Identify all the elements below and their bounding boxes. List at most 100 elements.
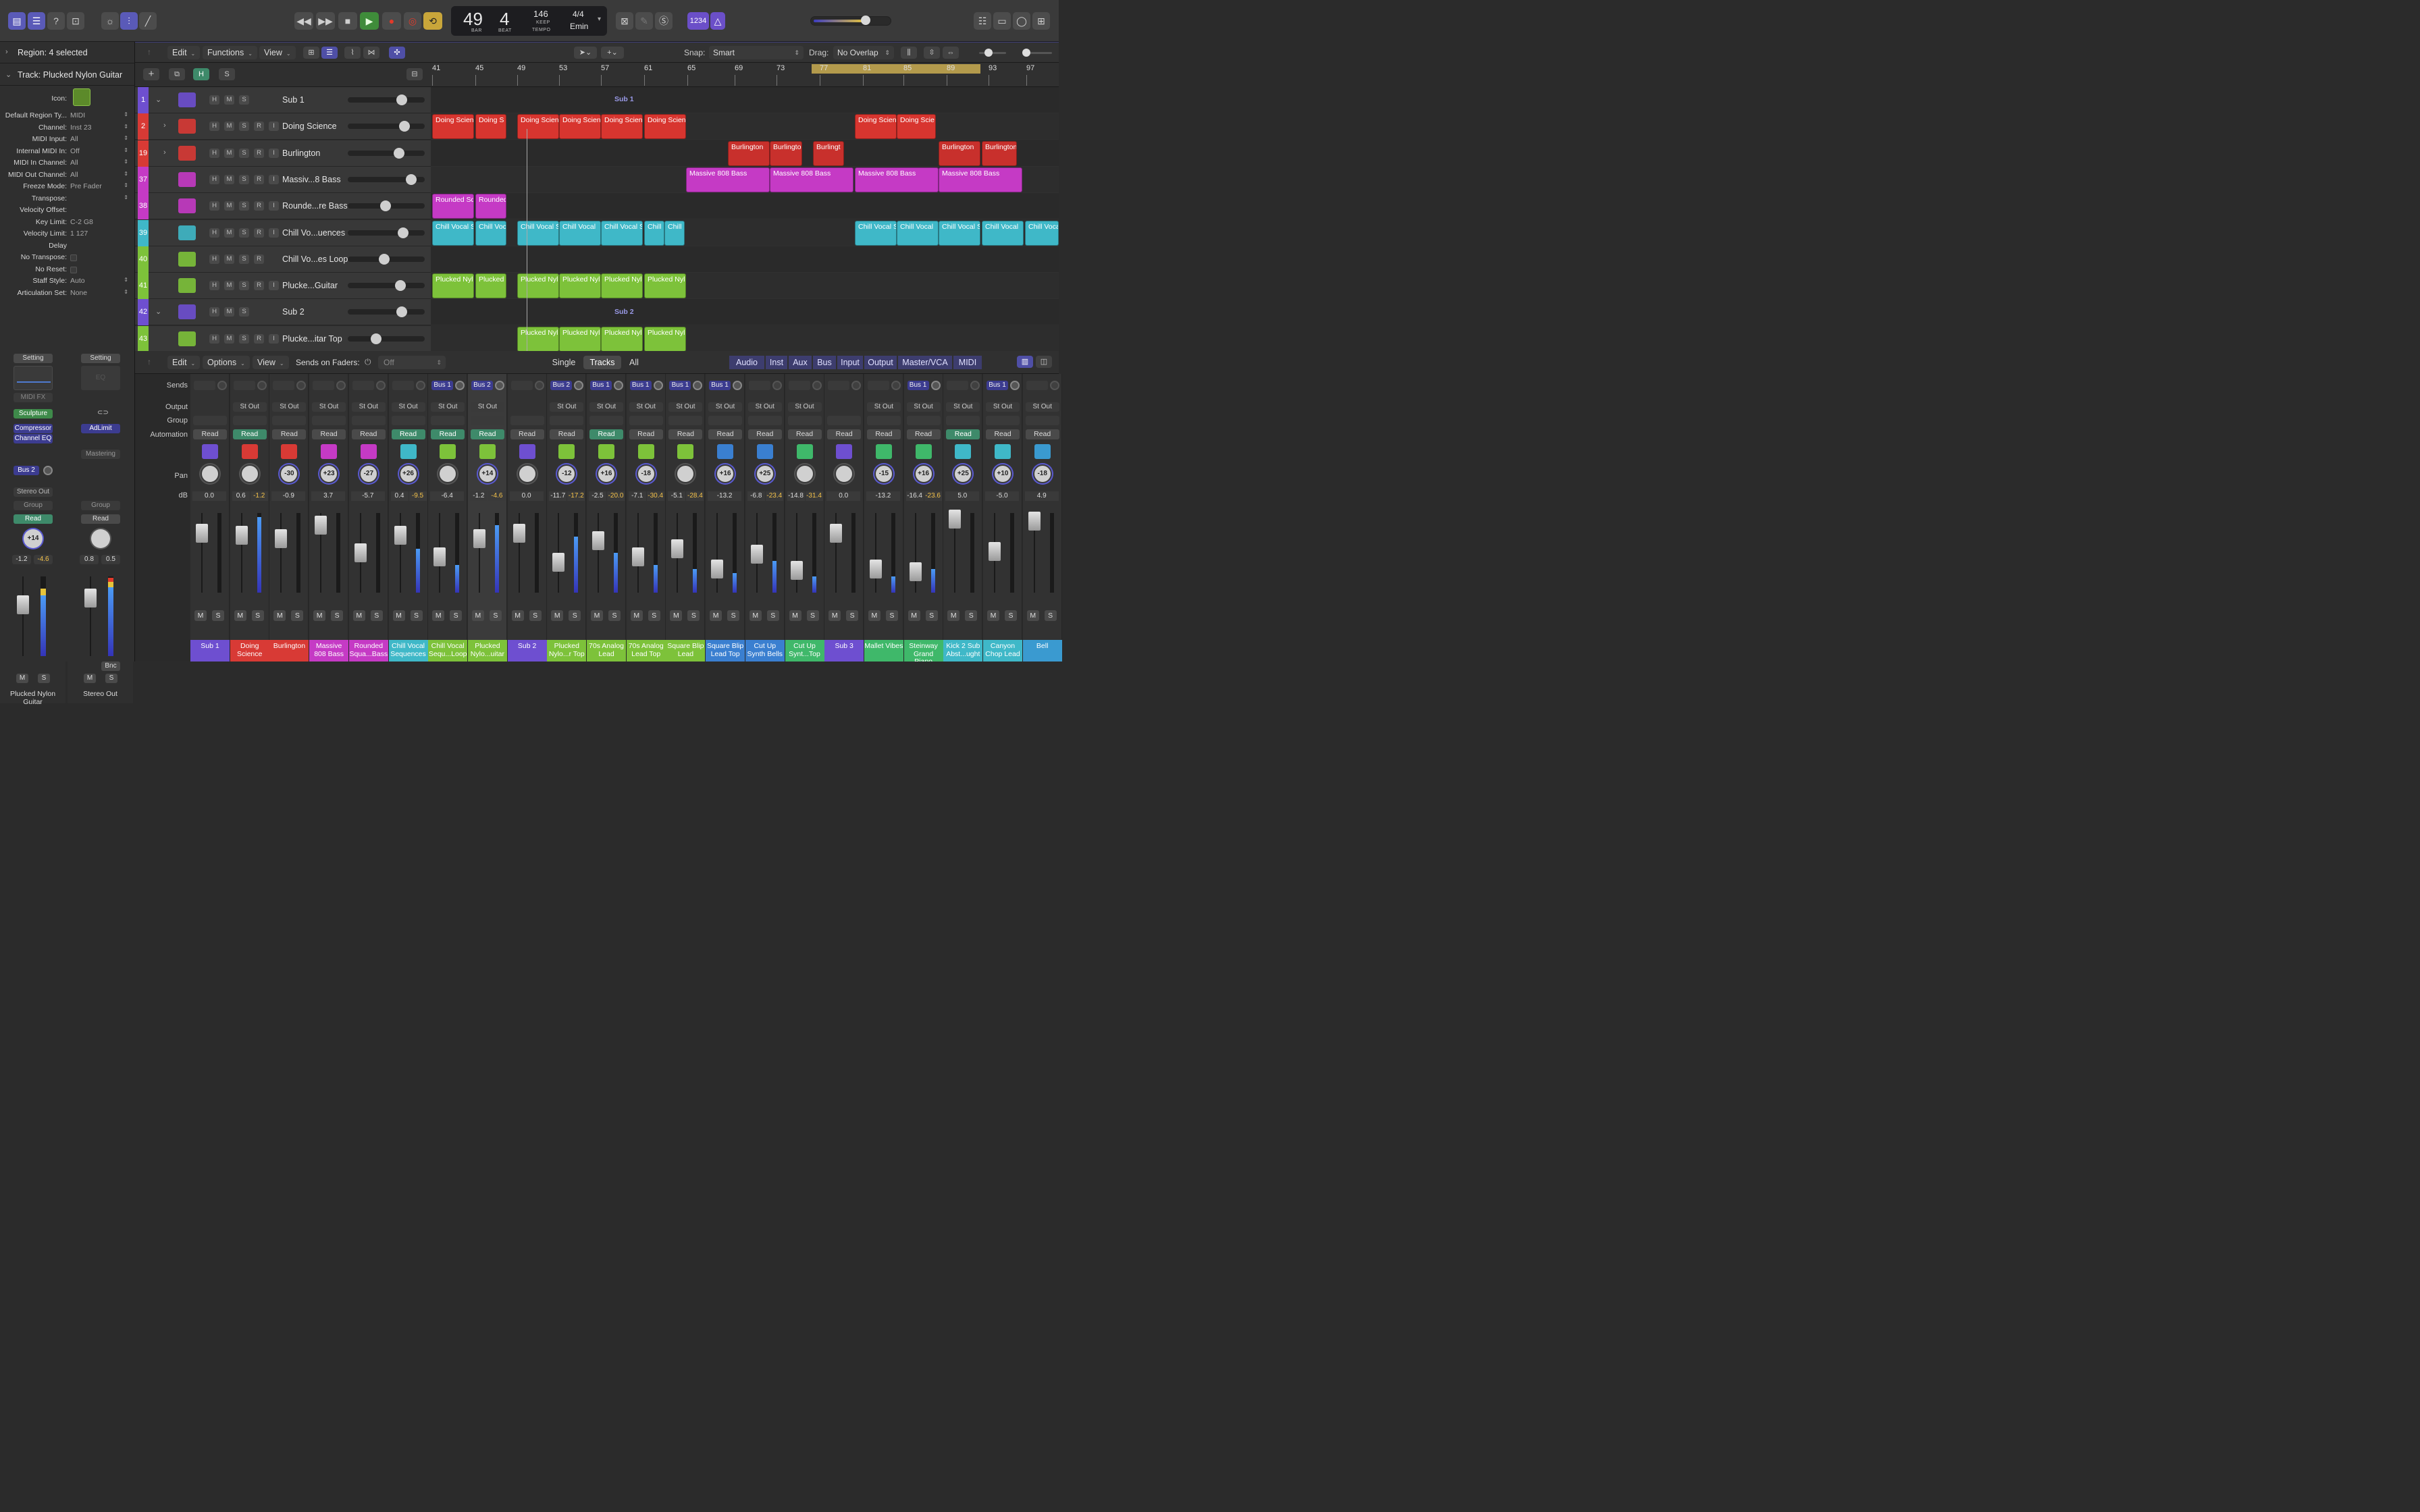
pan-knob[interactable]: -12 xyxy=(557,464,577,483)
track-icon[interactable] xyxy=(178,251,196,267)
eq-thumbnail[interactable]: EQ xyxy=(81,366,120,390)
track-icon[interactable] xyxy=(178,92,196,107)
track-icon[interactable] xyxy=(178,198,196,214)
fader-cap[interactable] xyxy=(196,523,208,543)
send-slot[interactable] xyxy=(233,381,255,390)
cycle-region[interactable] xyxy=(812,64,980,74)
send-slot[interactable]: Bus 1 xyxy=(669,381,691,390)
vertical-zoom-slider[interactable] xyxy=(979,49,1006,57)
m-button[interactable]: M xyxy=(224,95,234,105)
automation-mode[interactable]: Read xyxy=(470,429,504,439)
pan-knob[interactable] xyxy=(201,464,219,483)
automation-mode[interactable]: Read xyxy=(986,429,1020,439)
m-button[interactable]: M xyxy=(224,148,234,158)
automation-mode[interactable]: Read xyxy=(81,514,120,524)
functions-menu[interactable]: Functions ⌄ xyxy=(203,46,257,59)
updown-icon[interactable]: ⇕ xyxy=(124,135,128,141)
output-slot[interactable]: St Out xyxy=(470,402,504,412)
fader-cap[interactable] xyxy=(989,541,1001,561)
param-value[interactable]: None xyxy=(70,289,87,297)
s-button[interactable]: S xyxy=(239,95,249,105)
filter-aux[interactable]: Aux xyxy=(789,356,812,369)
solo-all-button[interactable]: S xyxy=(219,68,235,80)
send-level-knob[interactable] xyxy=(415,381,425,390)
solo-button[interactable]: S xyxy=(370,610,383,621)
solo-button[interactable]: S xyxy=(925,610,938,621)
output-slot[interactable]: St Out xyxy=(391,402,425,412)
pan-knob[interactable]: +14 xyxy=(24,529,43,548)
channel-strip[interactable]: St Out Read -18 4.9 M S Bell xyxy=(1022,374,1062,662)
filter-inst[interactable]: Inst xyxy=(766,356,787,369)
fast-forward-button[interactable]: ▶▶ xyxy=(316,12,335,30)
pan-knob[interactable] xyxy=(795,464,814,483)
send-level-knob[interactable] xyxy=(217,381,227,390)
solo-button[interactable]: S xyxy=(727,610,740,621)
m-button[interactable]: M xyxy=(224,307,234,317)
mute-button[interactable]: M xyxy=(947,610,960,621)
output-slot[interactable]: St Out xyxy=(946,402,980,412)
channel-strip[interactable]: St Out Read -15 -13.2 M S Mallet Vibes xyxy=(864,374,903,662)
midi-fx-slot[interactable]: MIDI FX xyxy=(14,393,53,402)
track-icon[interactable] xyxy=(178,331,196,346)
track-volume-slider[interactable] xyxy=(348,173,425,185)
volume-fader[interactable] xyxy=(671,513,684,593)
region[interactable]: Chill Voc xyxy=(475,220,506,246)
mixer-options-menu[interactable]: Options ⌄ xyxy=(203,356,250,369)
instrument-slot[interactable]: Sculpture xyxy=(14,409,53,418)
fader-cap[interactable] xyxy=(592,531,604,551)
send-slot[interactable]: Bus 1 xyxy=(431,381,454,390)
region[interactable]: Doing Scien xyxy=(601,114,643,140)
region[interactable]: Rounded Sq xyxy=(432,194,474,219)
send-level-knob[interactable] xyxy=(534,381,544,390)
param-value[interactable]: 1 127 xyxy=(70,230,88,238)
back-arrow-icon[interactable]: ↑ xyxy=(147,357,151,367)
send-slot[interactable]: Bus 2 xyxy=(550,381,573,390)
param-row[interactable]: Transpose: ⇕ xyxy=(0,194,135,206)
track-volume-slider[interactable] xyxy=(348,227,425,238)
region[interactable]: Doing S xyxy=(475,114,506,140)
automation-mode[interactable]: Read xyxy=(351,429,386,439)
region[interactable]: Plucked xyxy=(475,273,506,299)
updown-icon[interactable]: ⇕ xyxy=(124,124,128,130)
channel-strip[interactable]: Bus 1 St Out Read +10 -5.0 M S Canyon Chop Lead xyxy=(983,374,1022,662)
group-slot[interactable] xyxy=(1025,416,1059,425)
region[interactable]: Burlingto xyxy=(770,140,802,166)
solo-button[interactable]: S xyxy=(806,610,819,621)
group-slot[interactable] xyxy=(946,416,980,425)
automation-mode[interactable]: Read xyxy=(747,429,782,439)
param-row[interactable]: No Reset: xyxy=(0,265,135,277)
group-slot[interactable] xyxy=(787,416,822,425)
channel-strip[interactable]: St Out Read +26 0.4 -9.5 M S Chill Vocal Sequen… xyxy=(388,374,428,662)
pencil-icon[interactable]: ✎ xyxy=(635,12,653,30)
automation-mode[interactable]: Read xyxy=(14,514,53,524)
pan-knob[interactable]: +16 xyxy=(597,464,616,483)
send-slot[interactable] xyxy=(273,381,295,390)
region[interactable]: Doing Scien xyxy=(855,114,897,140)
s-button[interactable]: S xyxy=(239,307,249,317)
pan-knob[interactable] xyxy=(517,464,537,483)
region[interactable]: Plucked Nyl xyxy=(559,326,601,352)
fader-cap[interactable] xyxy=(473,529,485,548)
automation-mode[interactable]: Read xyxy=(668,429,703,439)
updown-icon[interactable]: ⇕ xyxy=(124,111,128,117)
output-slot[interactable]: St Out xyxy=(312,402,346,412)
track-icon[interactable] xyxy=(178,278,196,294)
pan-knob[interactable]: +16 xyxy=(716,464,735,483)
volume-fader[interactable] xyxy=(631,513,644,593)
automation-mode[interactable]: Read xyxy=(589,429,623,439)
track-lane[interactable] xyxy=(431,87,1059,113)
hide-button[interactable]: H xyxy=(193,68,209,80)
param-row[interactable]: Staff Style: Auto ⇕ xyxy=(0,277,135,288)
volume-knob[interactable] xyxy=(394,147,404,159)
filter-input[interactable]: Input xyxy=(837,356,863,369)
h-button[interactable]: H xyxy=(209,307,219,317)
param-checkbox[interactable] xyxy=(70,254,77,263)
pan-knob[interactable]: +10 xyxy=(993,464,1012,483)
replace-icon[interactable]: ◎ xyxy=(404,12,421,30)
send-level-knob[interactable] xyxy=(1010,381,1020,390)
channel-strip[interactable]: St Out Read +23 3.7 M S Massive 808 Bass xyxy=(309,374,349,662)
group-slot[interactable] xyxy=(629,416,663,425)
region[interactable]: Plucked Nyl xyxy=(644,326,686,352)
filter-output[interactable]: Output xyxy=(864,356,897,369)
pan-knob[interactable]: +25 xyxy=(953,464,973,483)
